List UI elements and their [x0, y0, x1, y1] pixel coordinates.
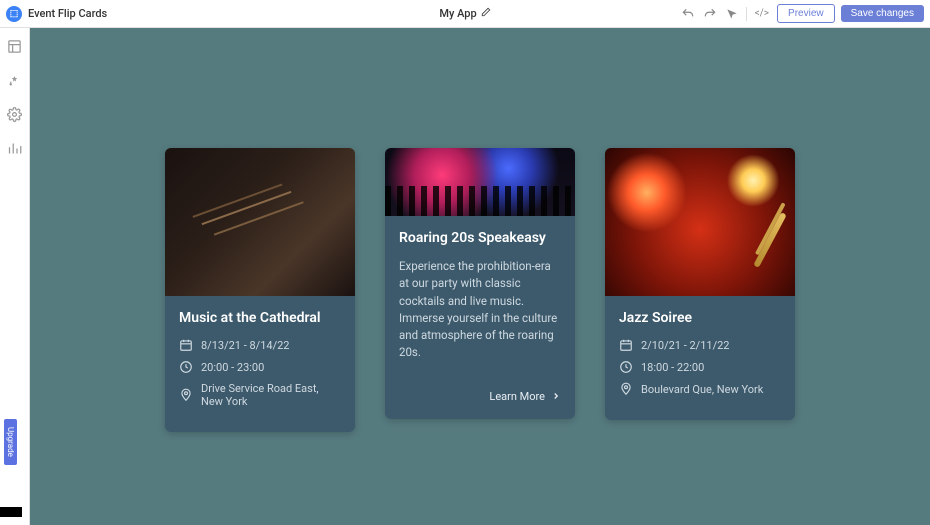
location-row: Drive Service Road East, New York: [179, 382, 341, 408]
topbar-center: My App: [312, 7, 618, 20]
card-image: [605, 148, 795, 296]
card-body: Roaring 20s Speakeasy Experience the pro…: [385, 216, 575, 419]
plugin-icon[interactable]: [7, 72, 23, 88]
clock-icon: [619, 360, 633, 374]
upgrade-button[interactable]: Upgrade: [4, 419, 17, 465]
date-row: 2/10/21 - 2/11/22: [619, 338, 781, 352]
corner-decoration: [0, 507, 22, 517]
cursor-icon[interactable]: [724, 6, 740, 22]
time-text: 20:00 - 23:00: [201, 361, 264, 374]
preview-button[interactable]: Preview: [777, 4, 835, 23]
body-area: Upgrade Music at the Cathedral 8/13/21 -…: [0, 28, 930, 525]
card-image: [165, 148, 355, 296]
settings-icon[interactable]: [7, 106, 23, 122]
project-name: My App: [439, 7, 476, 20]
layout-icon[interactable]: [7, 38, 23, 54]
location-text: Drive Service Road East, New York: [201, 382, 341, 408]
chevron-right-icon: [551, 391, 561, 401]
time-text: 18:00 - 22:00: [641, 361, 704, 374]
learn-more-label: Learn More: [489, 390, 545, 403]
location-row: Boulevard Que, New York: [619, 382, 781, 396]
date-text: 8/13/21 - 8/14/22: [201, 339, 289, 352]
card-title: Roaring 20s Speakeasy: [399, 230, 561, 246]
event-card[interactable]: Jazz Soiree 2/10/21 - 2/11/22 18:00 - 22…: [605, 148, 795, 420]
learn-more-link[interactable]: Learn More: [399, 390, 561, 403]
edit-name-icon[interactable]: [481, 7, 491, 20]
date-row: 8/13/21 - 8/14/22: [179, 338, 341, 352]
topbar-left: ⬚ Event Flip Cards: [6, 6, 312, 22]
topbar-right: </> Preview Save changes: [618, 4, 924, 23]
card-body: Music at the Cathedral 8/13/21 - 8/14/22…: [165, 296, 355, 432]
save-button[interactable]: Save changes: [841, 5, 924, 22]
logo-icon: ⬚: [6, 6, 22, 22]
date-text: 2/10/21 - 2/11/22: [641, 339, 729, 352]
card-title: Music at the Cathedral: [179, 310, 341, 326]
canvas: Music at the Cathedral 8/13/21 - 8/14/22…: [30, 28, 930, 525]
event-card[interactable]: Roaring 20s Speakeasy Experience the pro…: [385, 148, 575, 419]
time-row: 18:00 - 22:00: [619, 360, 781, 374]
calendar-icon: [179, 338, 193, 352]
event-card[interactable]: Music at the Cathedral 8/13/21 - 8/14/22…: [165, 148, 355, 432]
card-description: Experience the prohibition-era at our pa…: [399, 258, 561, 362]
card-image: [385, 148, 575, 216]
divider: [746, 7, 747, 21]
card-title: Jazz Soiree: [619, 310, 781, 326]
code-icon[interactable]: </>: [753, 8, 771, 19]
calendar-icon: [619, 338, 633, 352]
undo-icon[interactable]: [680, 6, 696, 22]
pin-icon: [179, 388, 193, 402]
location-text: Boulevard Que, New York: [641, 383, 763, 396]
app-title: Event Flip Cards: [28, 7, 107, 20]
stats-icon[interactable]: [7, 140, 23, 156]
redo-icon[interactable]: [702, 6, 718, 22]
top-bar: ⬚ Event Flip Cards My App </> Preview Sa…: [0, 0, 930, 28]
pin-icon: [619, 382, 633, 396]
clock-icon: [179, 360, 193, 374]
time-row: 20:00 - 23:00: [179, 360, 341, 374]
card-body: Jazz Soiree 2/10/21 - 2/11/22 18:00 - 22…: [605, 296, 795, 420]
